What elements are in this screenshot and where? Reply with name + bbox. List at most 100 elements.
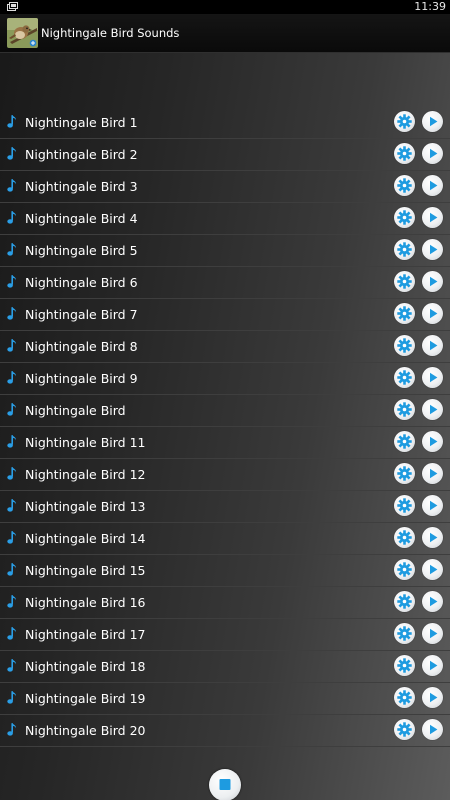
sound-label: Nightingale Bird 20 bbox=[25, 723, 146, 738]
play-icon bbox=[430, 500, 438, 511]
settings-button[interactable] bbox=[394, 463, 415, 484]
app-title: Nightingale Bird Sounds bbox=[41, 26, 180, 40]
list-item[interactable]: Nightingale Bird 14 bbox=[0, 523, 450, 555]
play-icon bbox=[430, 532, 438, 543]
play-icon bbox=[430, 596, 438, 607]
play-button[interactable] bbox=[422, 527, 443, 548]
list-item[interactable]: Nightingale Bird 3 bbox=[0, 171, 450, 203]
list-item[interactable]: Nightingale Bird 11 bbox=[0, 427, 450, 459]
play-icon bbox=[430, 436, 438, 447]
music-note-icon bbox=[7, 115, 17, 128]
settings-button[interactable] bbox=[394, 495, 415, 516]
play-icon bbox=[430, 148, 438, 159]
music-note-icon bbox=[7, 275, 17, 288]
play-button[interactable] bbox=[422, 271, 443, 292]
gear-icon bbox=[397, 722, 412, 737]
gear-icon bbox=[397, 530, 412, 545]
settings-button[interactable] bbox=[394, 239, 415, 260]
play-button[interactable] bbox=[422, 111, 443, 132]
sound-label: Nightingale Bird 13 bbox=[25, 499, 146, 514]
music-note-icon bbox=[7, 435, 17, 448]
list-item[interactable]: Nightingale Bird 5 bbox=[0, 235, 450, 267]
settings-button[interactable] bbox=[394, 559, 415, 580]
stop-button[interactable] bbox=[209, 769, 241, 800]
list-item[interactable]: Nightingale Bird bbox=[0, 395, 450, 427]
gear-icon bbox=[397, 274, 412, 289]
music-note-icon bbox=[7, 499, 17, 512]
music-note-icon bbox=[7, 211, 17, 224]
gear-icon bbox=[397, 466, 412, 481]
list-item[interactable]: Nightingale Bird 12 bbox=[0, 459, 450, 491]
music-note-icon bbox=[7, 307, 17, 320]
play-icon bbox=[430, 308, 438, 319]
list-item[interactable]: Nightingale Bird 9 bbox=[0, 363, 450, 395]
list-item[interactable]: Nightingale Bird 8 bbox=[0, 331, 450, 363]
list-item[interactable]: Nightingale Bird 20 bbox=[0, 715, 450, 747]
list-item[interactable]: Nightingale Bird 17 bbox=[0, 619, 450, 651]
settings-button[interactable] bbox=[394, 591, 415, 612]
settings-button[interactable] bbox=[394, 367, 415, 388]
music-note-icon bbox=[7, 659, 17, 672]
play-button[interactable] bbox=[422, 143, 443, 164]
settings-button[interactable] bbox=[394, 655, 415, 676]
play-button[interactable] bbox=[422, 239, 443, 260]
play-button[interactable] bbox=[422, 207, 443, 228]
list-item[interactable]: Nightingale Bird 13 bbox=[0, 491, 450, 523]
list-item[interactable]: Nightingale Bird 18 bbox=[0, 651, 450, 683]
play-button[interactable] bbox=[422, 463, 443, 484]
settings-button[interactable] bbox=[394, 143, 415, 164]
list-item[interactable]: Nightingale Bird 19 bbox=[0, 683, 450, 715]
settings-button[interactable] bbox=[394, 303, 415, 324]
list-item[interactable]: Nightingale Bird 6 bbox=[0, 267, 450, 299]
sound-label: Nightingale Bird 8 bbox=[25, 339, 138, 354]
play-button[interactable] bbox=[422, 623, 443, 644]
play-button[interactable] bbox=[422, 399, 443, 420]
list-item[interactable]: Nightingale Bird 1 bbox=[0, 107, 450, 139]
play-button[interactable] bbox=[422, 367, 443, 388]
notification-icon bbox=[7, 2, 18, 11]
gear-icon bbox=[397, 594, 412, 609]
music-note-icon bbox=[7, 691, 17, 704]
sound-label: Nightingale Bird 3 bbox=[25, 179, 138, 194]
nightingale-bird-icon[interactable] bbox=[7, 18, 38, 48]
settings-button[interactable] bbox=[394, 431, 415, 452]
play-button[interactable] bbox=[422, 303, 443, 324]
settings-button[interactable] bbox=[394, 111, 415, 132]
settings-button[interactable] bbox=[394, 527, 415, 548]
list-item[interactable]: Nightingale Bird 2 bbox=[0, 139, 450, 171]
settings-button[interactable] bbox=[394, 399, 415, 420]
list-item[interactable]: Nightingale Bird 15 bbox=[0, 555, 450, 587]
settings-button[interactable] bbox=[394, 175, 415, 196]
sound-label: Nightingale Bird 17 bbox=[25, 627, 146, 642]
sound-label: Nightingale Bird 1 bbox=[25, 115, 138, 130]
gear-icon bbox=[397, 146, 412, 161]
list-item[interactable]: Nightingale Bird 16 bbox=[0, 587, 450, 619]
play-button[interactable] bbox=[422, 591, 443, 612]
play-icon bbox=[430, 244, 438, 255]
settings-button[interactable] bbox=[394, 335, 415, 356]
play-icon bbox=[430, 276, 438, 287]
list-item[interactable]: Nightingale Bird 7 bbox=[0, 299, 450, 331]
settings-button[interactable] bbox=[394, 719, 415, 740]
music-note-icon bbox=[7, 467, 17, 480]
play-button[interactable] bbox=[422, 495, 443, 516]
play-button[interactable] bbox=[422, 335, 443, 356]
settings-button[interactable] bbox=[394, 207, 415, 228]
sound-list: Nightingale Bird 1 Nightingale Bird 2 Ni… bbox=[0, 107, 450, 747]
list-item[interactable]: Nightingale Bird 4 bbox=[0, 203, 450, 235]
sound-label: Nightingale Bird 15 bbox=[25, 563, 146, 578]
play-button[interactable] bbox=[422, 175, 443, 196]
play-button[interactable] bbox=[422, 719, 443, 740]
settings-button[interactable] bbox=[394, 687, 415, 708]
play-icon bbox=[430, 628, 438, 639]
settings-button[interactable] bbox=[394, 271, 415, 292]
sound-label: Nightingale Bird 14 bbox=[25, 531, 146, 546]
gear-icon bbox=[397, 626, 412, 641]
play-button[interactable] bbox=[422, 687, 443, 708]
status-bar: 11:39 bbox=[0, 0, 450, 14]
play-icon bbox=[430, 116, 438, 127]
play-button[interactable] bbox=[422, 655, 443, 676]
play-button[interactable] bbox=[422, 559, 443, 580]
settings-button[interactable] bbox=[394, 623, 415, 644]
play-button[interactable] bbox=[422, 431, 443, 452]
